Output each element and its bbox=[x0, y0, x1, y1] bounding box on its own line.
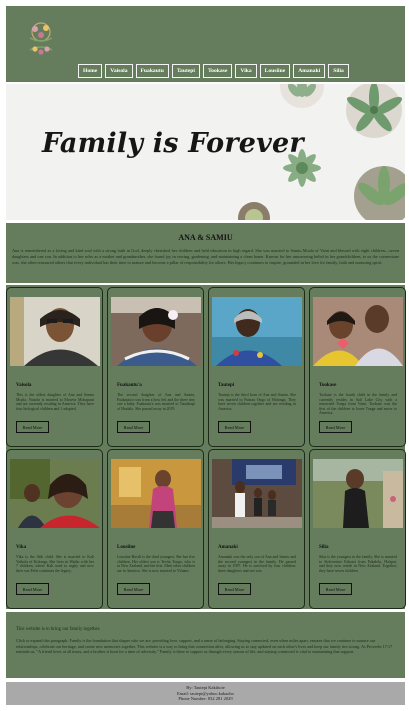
footer-phone: Phone Number: 832 281 2029 bbox=[178, 696, 233, 702]
nav-silia[interactable]: Silia bbox=[328, 64, 349, 78]
nav-vaisola[interactable]: Vaisola bbox=[105, 64, 133, 78]
about-paragraph[interactable]: Click to expand this paragraph. Family i… bbox=[16, 638, 395, 655]
site-footer: By: Tautepi Kakihoie Email: tautepi@yaho… bbox=[6, 682, 405, 705]
card-name: Tookase bbox=[319, 383, 337, 388]
card-fuakautua: Fuakautu'a The second daughter of Ana an… bbox=[107, 287, 204, 447]
card-name: Lousiine bbox=[117, 545, 136, 550]
about-section: This website is to bring our family toge… bbox=[6, 612, 405, 678]
card-description: Vika is the fifth child. She is married … bbox=[16, 555, 94, 573]
main-nav: Home Vaisola Fuakautu Tautepi Tookase Vi… bbox=[78, 64, 349, 78]
nav-fuakautu[interactable]: Fuakautu bbox=[135, 64, 169, 78]
intro-paragraph: Ana is remembered as a loving and kind s… bbox=[12, 248, 399, 265]
card-amanaki: Amanaki Amanaki was the only son of Ana … bbox=[208, 449, 305, 609]
card-tautepi: Tautepi Tautepi is the third born of Ana… bbox=[208, 287, 305, 447]
card-name: Tautepi bbox=[218, 383, 235, 388]
site-header: Home Vaisola Fuakautu Tautepi Tookase Vi… bbox=[6, 6, 405, 82]
read-more-button[interactable]: Read More bbox=[319, 421, 352, 433]
read-more-button[interactable]: Read More bbox=[16, 421, 49, 433]
card-description: Tookase is the fourth child in the famil… bbox=[319, 393, 397, 416]
hero-title: Family is Forever bbox=[42, 128, 304, 159]
card-photo bbox=[212, 297, 302, 366]
intro-title: ANA & SAMIU bbox=[178, 233, 233, 242]
read-more-button[interactable]: Read More bbox=[218, 421, 251, 433]
card-vaisola: Vaisola This is the oldest daughter of A… bbox=[6, 287, 103, 447]
card-photo bbox=[111, 459, 201, 528]
card-photo bbox=[313, 459, 403, 528]
card-tookase: Tookase Tookase is the fourth child in t… bbox=[309, 287, 406, 447]
read-more-button[interactable]: Read More bbox=[218, 583, 251, 595]
card-vika: Vika Vika is the fifth child. She is mar… bbox=[6, 449, 103, 609]
nav-vika[interactable]: Vika bbox=[235, 64, 257, 78]
nav-home[interactable]: Home bbox=[78, 64, 103, 78]
card-photo bbox=[111, 297, 201, 366]
nav-amanaki[interactable]: Amanaki bbox=[293, 64, 326, 78]
card-photo bbox=[10, 459, 100, 528]
card-name: Fuakautu'a bbox=[117, 383, 142, 388]
nav-lousiine[interactable]: Lousiine bbox=[259, 64, 291, 78]
nav-tautepi[interactable]: Tautepi bbox=[171, 64, 200, 78]
nav-tookase[interactable]: Tookase bbox=[202, 64, 233, 78]
card-description: Lousiine Havili is the third youngest. S… bbox=[117, 555, 196, 573]
card-lousiine: Lousiine Lousiine Havili is the third yo… bbox=[107, 449, 204, 609]
card-name: Silia bbox=[319, 545, 329, 550]
about-title: This website is to bring our family toge… bbox=[16, 627, 101, 632]
card-silia: Silia Silia is the youngest in the famil… bbox=[309, 449, 406, 609]
hero-banner: Family is Forever bbox=[6, 84, 405, 220]
card-name: Vaisola bbox=[16, 383, 32, 388]
intro-section: ANA & SAMIU Ana is remembered as a lovin… bbox=[6, 223, 405, 283]
family-cards-grid: Vaisola This is the oldest daughter of A… bbox=[6, 285, 406, 609]
card-description: The second daughter of Ana and Samiu, Fu… bbox=[117, 393, 195, 411]
card-photo bbox=[313, 297, 403, 366]
card-photo bbox=[10, 297, 100, 366]
card-name: Vika bbox=[16, 545, 27, 550]
card-name: Amanaki bbox=[218, 545, 238, 550]
read-more-button[interactable]: Read More bbox=[319, 583, 352, 595]
read-more-button[interactable]: Read More bbox=[117, 421, 150, 433]
card-description: Silia is the youngest in the family. She… bbox=[319, 555, 397, 573]
read-more-button[interactable]: Read More bbox=[16, 583, 49, 595]
card-description: This is the oldest daughter of Ana and S… bbox=[16, 393, 94, 411]
card-description: Tautepi is the third born of Ana and Sam… bbox=[218, 393, 296, 411]
floral-logo-icon[interactable] bbox=[24, 18, 58, 60]
card-photo bbox=[212, 459, 302, 528]
read-more-button[interactable]: Read More bbox=[117, 583, 150, 595]
card-description: Amanaki was the only son of Ana and Sami… bbox=[218, 555, 296, 573]
